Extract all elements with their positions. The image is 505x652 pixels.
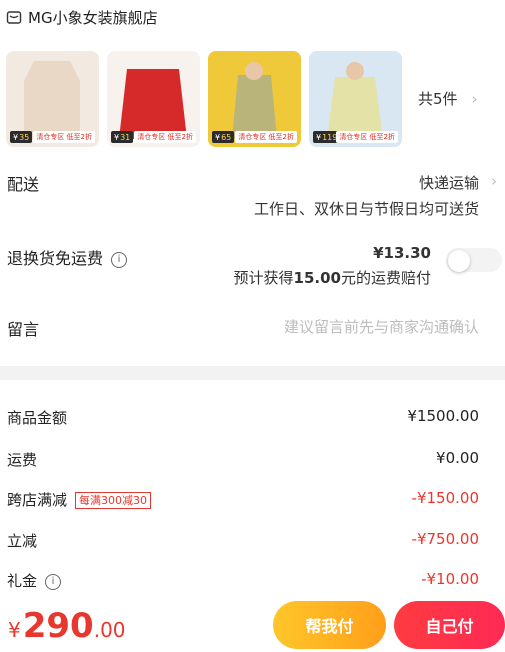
promo-label: 清仓专区 低至2折 bbox=[134, 131, 196, 143]
price-integer: 290 bbox=[22, 606, 94, 646]
return-insurance-price: ¥13.30 bbox=[373, 244, 431, 262]
gift-label-text: 礼金 bbox=[7, 572, 38, 590]
section-divider bbox=[0, 366, 505, 380]
instant-discount-label: 立减 bbox=[7, 532, 38, 550]
item-count[interactable]: 共5件 › bbox=[418, 88, 478, 109]
chevron-right-icon: › bbox=[491, 172, 497, 190]
note-suffix: 元的运费赔付 bbox=[340, 269, 431, 287]
shipping-value: ¥0.00 bbox=[436, 449, 479, 467]
return-insurance-label-text: 退换货免运费 bbox=[7, 249, 104, 268]
message-label: 留言 bbox=[7, 320, 40, 339]
note-prefix: 预计获得 bbox=[233, 269, 294, 287]
return-insurance-label: 退换货免运费 i bbox=[7, 245, 128, 269]
product-thumbnails[interactable]: ¥35 清仓专区 低至2折 ¥31 清仓专区 低至2折 ¥65 清仓专区 低至2… bbox=[6, 51, 402, 147]
item-count-text: 共5件 bbox=[418, 90, 458, 108]
delivery-note: 工作日、双休日与节假日均可送货 bbox=[253, 200, 479, 218]
gift-value: -¥10.00 bbox=[421, 570, 479, 588]
price-tag: ¥35 bbox=[10, 131, 33, 143]
promo-label: 清仓专区 低至2折 bbox=[33, 131, 95, 143]
product-thumb-2[interactable]: ¥31 清仓专区 低至2折 bbox=[107, 51, 200, 147]
return-insurance-note: 预计获得15.00元的运费赔付 bbox=[234, 267, 431, 288]
goods-amount-value: ¥1500.00 bbox=[407, 407, 479, 425]
delivery-label: 配送 bbox=[7, 175, 40, 194]
instant-discount-value: -¥750.00 bbox=[411, 530, 479, 548]
cross-store-value: -¥150.00 bbox=[411, 489, 479, 507]
shop-header[interactable]: MG小象女装旗舰店 bbox=[6, 6, 158, 28]
cross-store-label-text: 跨店满减 bbox=[7, 491, 68, 509]
gift-label: 礼金 i bbox=[7, 570, 62, 591]
chevron-right-icon: › bbox=[471, 89, 478, 108]
price-tag: ¥31 bbox=[111, 131, 134, 143]
total-price: ¥ 290 .00 bbox=[8, 606, 126, 646]
promo-badge: 每满300减30 bbox=[75, 492, 152, 509]
message-input[interactable]: 建议留言前先与商家沟通确认 bbox=[284, 316, 479, 337]
promo-label: 清仓专区 低至2折 bbox=[235, 131, 297, 143]
shop-name: MG小象女装旗舰店 bbox=[28, 8, 158, 27]
price-decimal: .00 bbox=[93, 618, 126, 642]
toggle-knob bbox=[448, 250, 470, 272]
product-thumb-3[interactable]: ¥65 清仓专区 低至2折 bbox=[208, 51, 301, 147]
product-thumb-4[interactable]: ¥119 清仓专区 低至2折 bbox=[309, 51, 402, 147]
cross-store-label: 跨店满减 每满300减30 bbox=[7, 489, 152, 510]
product-thumb-1[interactable]: ¥35 清仓专区 低至2折 bbox=[6, 51, 99, 147]
currency-symbol: ¥ bbox=[8, 618, 21, 642]
info-icon[interactable]: i bbox=[111, 251, 128, 268]
promo-label: 清仓专区 低至2折 bbox=[336, 131, 398, 143]
shipping-label: 运费 bbox=[7, 451, 38, 469]
delivery-method[interactable]: 快递运输 bbox=[419, 172, 479, 193]
price-tag: ¥65 bbox=[212, 131, 235, 143]
return-insurance-toggle[interactable] bbox=[446, 248, 502, 272]
note-amount: 15.00 bbox=[293, 269, 341, 287]
store-icon bbox=[6, 11, 22, 24]
goods-amount-label: 商品金额 bbox=[7, 409, 68, 427]
info-icon[interactable]: i bbox=[45, 573, 62, 590]
help-pay-button[interactable]: 帮我付 bbox=[273, 601, 386, 649]
pay-myself-button[interactable]: 自己付 bbox=[394, 601, 505, 649]
